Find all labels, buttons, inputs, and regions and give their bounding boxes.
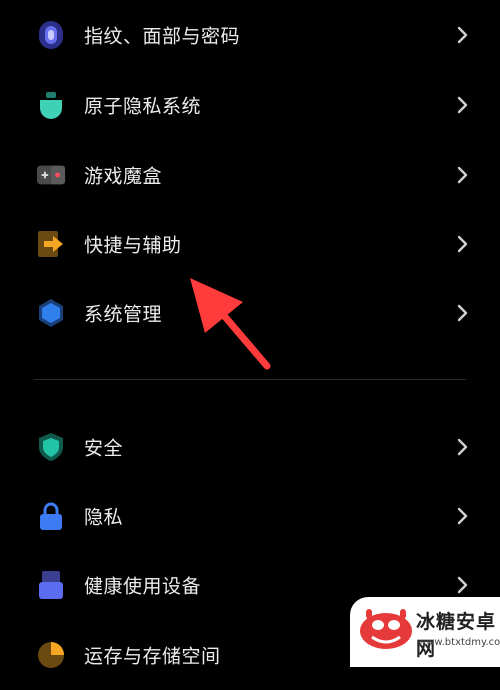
shield-icon xyxy=(36,432,66,462)
shortcut-assist-icon xyxy=(36,229,66,259)
settings-item-fingerprint-face-password[interactable]: 指纹、面部与密码 xyxy=(0,0,500,70)
fingerprint-icon xyxy=(36,20,66,50)
chevron-right-icon xyxy=(457,438,468,456)
settings-item-label: 运存与存储空间 xyxy=(84,645,221,668)
watermark-url: www.btxtdmy.com xyxy=(418,637,500,648)
settings-item-label: 指纹、面部与密码 xyxy=(84,25,241,48)
watermark-badge: 冰糖安卓网 www.btxtdmy.com xyxy=(350,597,500,667)
settings-item-shortcut-assist[interactable]: 快捷与辅助 xyxy=(0,209,500,279)
chevron-right-icon xyxy=(457,576,468,594)
settings-item-label: 游戏魔盒 xyxy=(84,165,163,188)
chevron-right-icon xyxy=(457,26,468,44)
chevron-right-icon xyxy=(457,507,468,525)
settings-item-label: 安全 xyxy=(84,437,124,460)
settings-item-security[interactable]: 安全 xyxy=(0,412,500,482)
chevron-right-icon xyxy=(457,96,468,114)
settings-item-atom-privacy[interactable]: 原子隐私系统 xyxy=(0,70,500,140)
watermark-title: 冰糖安卓网 xyxy=(416,611,497,660)
lock-icon xyxy=(36,501,66,531)
watermark-logo-icon xyxy=(360,609,412,649)
settings-item-label: 原子隐私系统 xyxy=(84,95,202,118)
settings-item-label: 隐私 xyxy=(84,506,124,529)
health-usage-icon xyxy=(36,570,66,600)
settings-item-label: 系统管理 xyxy=(84,303,163,326)
chevron-right-icon xyxy=(457,304,468,322)
chevron-right-icon xyxy=(457,235,468,253)
settings-item-game-box[interactable]: 游戏魔盒 xyxy=(0,140,500,210)
settings-item-label: 健康使用设备 xyxy=(84,575,202,598)
chevron-right-icon xyxy=(457,166,468,184)
system-management-icon xyxy=(36,298,66,328)
storage-pie-icon xyxy=(36,640,66,670)
privacy-atom-icon xyxy=(36,90,66,120)
annotation-arrow xyxy=(190,278,271,370)
game-box-icon xyxy=(36,160,66,190)
settings-item-privacy[interactable]: 隐私 xyxy=(0,481,500,551)
settings-item-label: 快捷与辅助 xyxy=(84,234,182,257)
